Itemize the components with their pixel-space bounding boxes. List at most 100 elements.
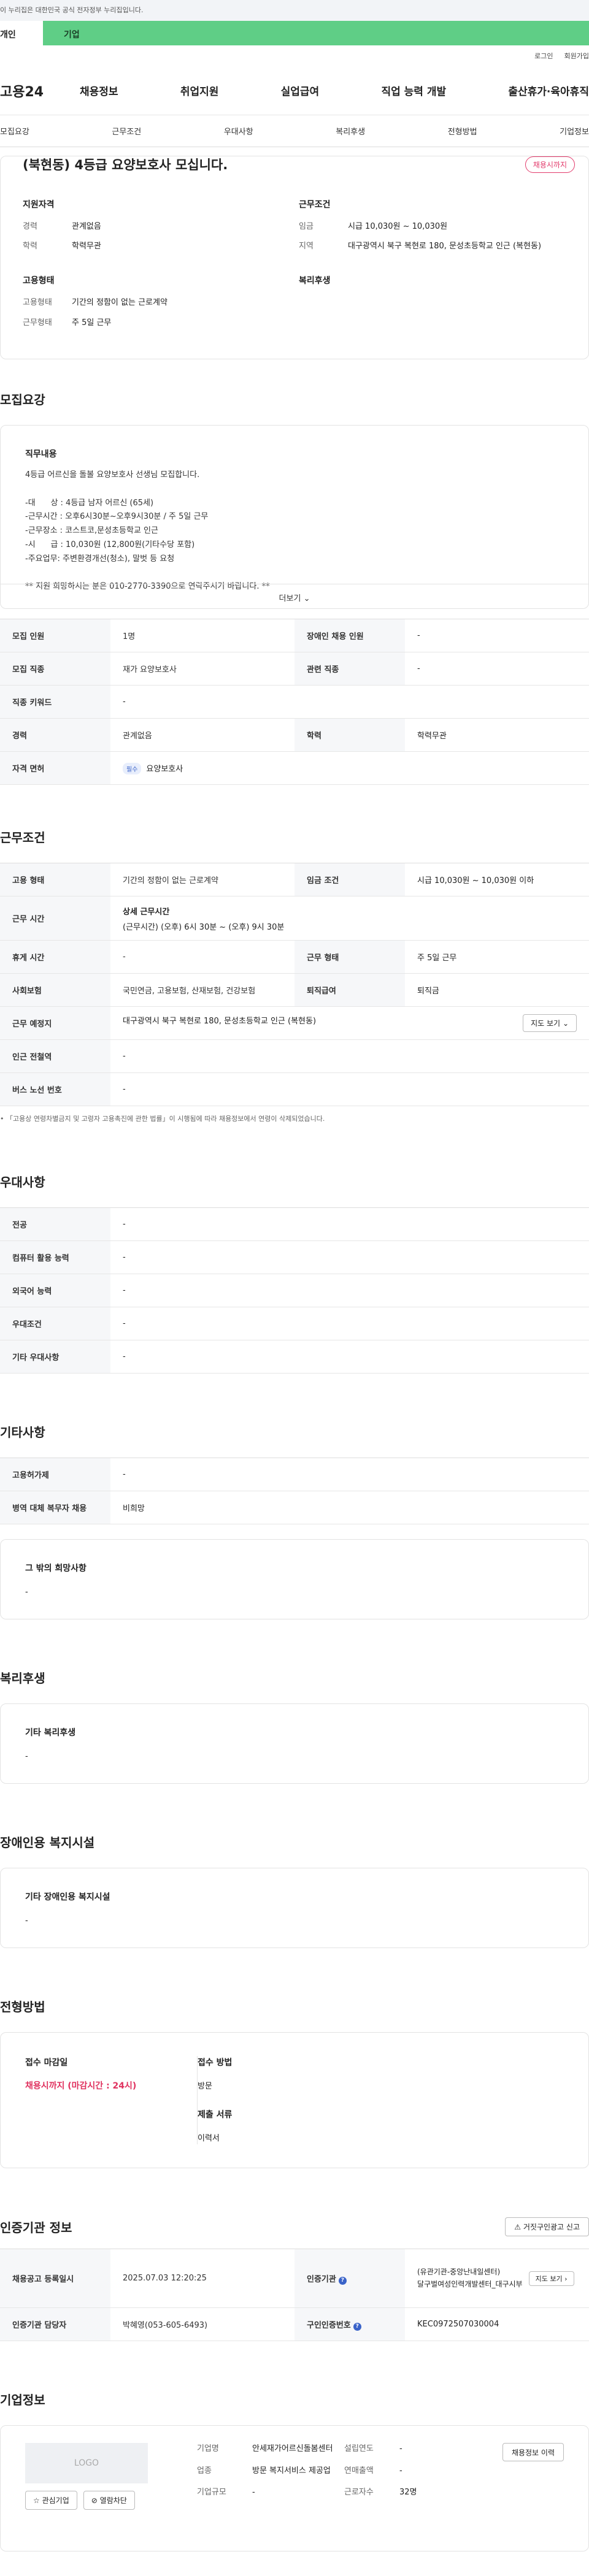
established-label: 설립연도 xyxy=(344,2444,374,2453)
row-value: - xyxy=(110,1240,589,1274)
row-label: 직종 키워드 xyxy=(0,685,110,719)
row-value: 퇴직금 xyxy=(405,973,589,1007)
anchor-work[interactable]: 근무조건 xyxy=(112,125,141,137)
siren-icon: ⚠ xyxy=(514,2223,522,2231)
gnb-item-leave[interactable]: 출산휴가·육아휴직 xyxy=(508,83,589,98)
row-label: 모집 직종 xyxy=(0,652,110,686)
row-value: - xyxy=(110,940,294,974)
table-row: 사회보험 국민연금, 고용보험, 산재보험, 건강보험 퇴직급여 퇴직금 xyxy=(0,973,589,1007)
table-row: 기타 우대사항 - xyxy=(0,1340,589,1374)
other-wish-box: 그 밖의 희망사항 - xyxy=(0,1539,589,1619)
cert-org-cell: (유관기관-중앙난내일센터) 달구벌여성인력개발센터_대구시부 지도 보기 › xyxy=(405,2249,589,2308)
row-value: - xyxy=(405,619,589,652)
row-value: - xyxy=(110,685,589,719)
row-label: 관련 직종 xyxy=(294,652,405,686)
row-value: - xyxy=(110,1274,589,1307)
cert-section-title: 인증기관 정보 xyxy=(0,2220,72,2235)
tab-personal[interactable]: 개인 xyxy=(0,21,43,45)
row-label: 학력 xyxy=(294,718,405,752)
company-info: 기업명 안세재가어르신돌봄센터 업종 방문 복지서비스 제공업 기업규모 - 설립연도… xyxy=(197,2443,491,2534)
site-logo[interactable]: 고용24 xyxy=(0,81,80,101)
tab-company[interactable]: 기업 xyxy=(43,21,589,45)
duty-title: 직무내용 xyxy=(25,449,57,459)
report-fake-ad-button[interactable]: ⚠ 거짓구인광고 신고 xyxy=(505,2217,589,2236)
company-box: LOGO ☆ 관심기업 ⊘ 열람차단 기업명 안세재가어르신돌봄센터 업종 방문 복… xyxy=(0,2425,589,2551)
recruit-section-title: 모집요강 xyxy=(0,392,45,407)
more-button[interactable]: 더보기 ⌄ xyxy=(1,584,588,608)
anchor-pref[interactable]: 우대사항 xyxy=(224,125,253,137)
table-row: 고용허가제 - xyxy=(0,1458,589,1491)
emp-column: 고용형태 고용형태 기간의 정함이 없는 근로계약 근무형태 주 5일 근무 xyxy=(23,274,299,337)
company-name-value: 안세재가어르신돌봄센터 xyxy=(252,2444,333,2453)
job-history-button[interactable]: 채용정보 이력 xyxy=(502,2443,564,2461)
table-row: 모집 직종 재가 요양보호사 관련 직종 - xyxy=(0,652,589,686)
row-label: 사회보험 xyxy=(0,973,110,1007)
anchor-welfare[interactable]: 복리후생 xyxy=(336,125,365,137)
table-row: 휴게 시간 - 근무 형태 주 5일 근무 xyxy=(0,940,589,974)
cert-table: 채용공고 등록일시 2025.07.03 12:20:25 인증기관? (유관기관… xyxy=(0,2249,589,2341)
row-label: 경력 xyxy=(0,718,110,752)
employees-label: 근로자수 xyxy=(344,2488,374,2497)
help-icon[interactable]: ? xyxy=(353,2322,361,2331)
map-button[interactable]: 지도 보기 ⌄ xyxy=(523,1014,577,1032)
emp-label: 고용형태 xyxy=(23,298,52,308)
welfare-section-title: 복리후생 xyxy=(0,1671,45,1686)
table-row: 버스 노선 번호 - xyxy=(0,1072,589,1106)
row-label: 임금 조건 xyxy=(294,863,405,896)
apply-deadline-col: 접수 마감일 채용시까지 (마감시간 : 24시) xyxy=(25,2056,197,2144)
disabled-box: 기타 장애인용 복지시설 - xyxy=(0,1868,589,1948)
gnb-item-unemployment[interactable]: 실업급여 xyxy=(281,83,320,98)
row-label: 기타 우대사항 xyxy=(0,1340,110,1374)
table-row: 인근 전철역 - xyxy=(0,1039,589,1073)
block-icon: ⊘ xyxy=(91,2496,98,2505)
location-cell: 대구광역시 북구 복현로 180, 문성초등학교 인근 (복현동) 지도 보기 ⌄ xyxy=(110,1006,589,1040)
row-value: 관계없음 xyxy=(110,718,294,752)
anchor-company[interactable]: 기업정보 xyxy=(560,125,589,137)
chevron-down-icon: ⌄ xyxy=(562,1019,569,1028)
login-link[interactable]: 로그인 xyxy=(534,51,553,61)
join-link[interactable]: 회원가입 xyxy=(564,51,589,61)
row-value: 2025.07.03 12:20:25 xyxy=(110,2249,294,2308)
gov-notice: 이 누리집은 대한민국 공식 전자정부 누리집입니다. xyxy=(0,6,144,14)
row-value: - xyxy=(405,652,589,686)
row-label: 장애인 채용 인원 xyxy=(294,619,405,652)
row-label: 외국어 능력 xyxy=(0,1274,110,1307)
favorite-company-button[interactable]: ☆ 관심기업 xyxy=(25,2491,77,2510)
gnb-item-training[interactable]: 직업 능력 개발 xyxy=(381,83,446,98)
company-logo-area: LOGO ☆ 관심기업 ⊘ 열람차단 xyxy=(25,2443,148,2534)
gnb-item-support[interactable]: 취업지원 xyxy=(180,83,219,98)
anchor-apply[interactable]: 전형방법 xyxy=(448,125,477,137)
industry-value: 방문 복지서비스 제공업 xyxy=(252,2466,331,2475)
welfare-box: 기타 복리후생 - xyxy=(0,1703,589,1784)
required-pill: 필수 xyxy=(123,762,142,774)
table-row: 컴퓨터 활용 능력 - xyxy=(0,1240,589,1274)
row-value: - xyxy=(110,1307,589,1340)
cert-view-button[interactable]: 지도 보기 › xyxy=(528,2271,574,2286)
scale-value: - xyxy=(252,2488,255,2497)
row-label: 근무 시간 xyxy=(0,896,110,941)
work-column: 근무조건 임금 시급 10,030원 ~ 10,030원 지역 대구광역시 북구 복… xyxy=(299,198,575,261)
member-type-tabs: 개인 기업 xyxy=(0,21,589,45)
row-label: 인근 전철역 xyxy=(0,1039,110,1073)
career-value: 관계없음 xyxy=(72,222,101,231)
block-view-button[interactable]: ⊘ 열람차단 xyxy=(83,2491,135,2510)
section-anchor-nav: 모집요강 근무조건 우대사항 복리후생 전형방법 기업정보 xyxy=(0,115,589,147)
row-label: 자격 면허 xyxy=(0,751,110,785)
qual-column: 지원자격 경력 관계없음 학력 학력무관 xyxy=(23,198,299,261)
company-section-title: 기업정보 xyxy=(0,2393,45,2407)
table-row: 채용공고 등록일시 2025.07.03 12:20:25 인증기관? (유관기관… xyxy=(0,2249,589,2308)
time-detail-value: (근무시간) (오후) 6시 30분 ~ (오후) 9시 30분 xyxy=(123,922,285,932)
anchor-recruit[interactable]: 모집요강 xyxy=(0,125,29,137)
work-section-title: 근무조건 xyxy=(0,830,45,845)
etc-table: 고용허가제 - 병역 대체 복무자 채용 비희망 xyxy=(0,1458,589,1524)
gnb-item-jobs[interactable]: 채용정보 xyxy=(80,83,118,98)
industry-label: 업종 xyxy=(197,2466,212,2475)
etc-section-title: 기타사항 xyxy=(0,1425,45,1440)
deadline-label: 접수 마감일 xyxy=(25,2058,68,2068)
work-title: 근무조건 xyxy=(299,200,331,210)
row-value: 박혜영(053-605-6493) xyxy=(110,2307,294,2341)
help-icon[interactable]: ? xyxy=(338,2276,347,2285)
table-row: 모집 인원 1명 장애인 채용 인원 - xyxy=(0,619,589,652)
disabled-value: - xyxy=(25,1916,28,1925)
welfare-column: 복리후생 xyxy=(299,274,575,337)
